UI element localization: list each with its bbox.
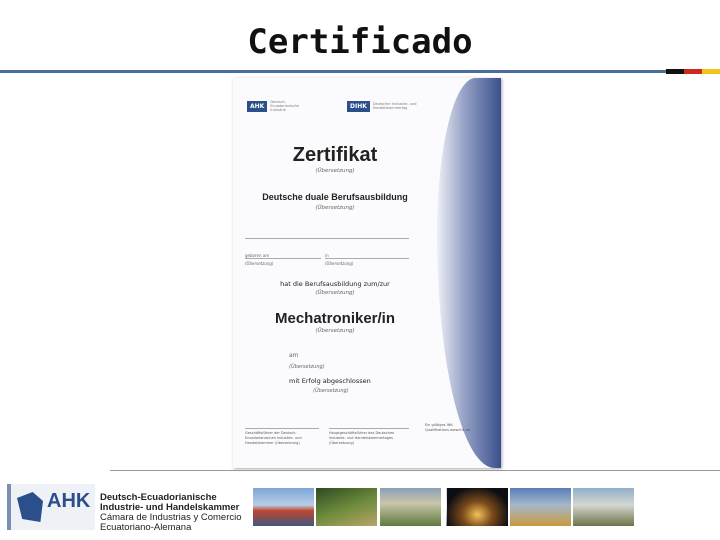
in-line	[325, 258, 409, 259]
title-rule	[0, 70, 666, 73]
certificate-ahk-box: AHK	[247, 100, 268, 112]
certificate-ahk-logo: AHK Deutsch-Ecuadorianische Industrie	[247, 98, 314, 114]
flag-red	[684, 69, 702, 74]
photo-brandenburg-gate	[447, 488, 508, 526]
born-label: geboren am	[245, 253, 270, 258]
flag-gold	[702, 69, 720, 74]
certificate-wave	[437, 78, 501, 468]
ecuador-map-icon	[17, 492, 43, 522]
photo-city	[510, 488, 571, 526]
in-label: in	[325, 253, 329, 258]
certificate-footer-left: Geschäftsführer der Deutsch-Ecuadorianis…	[245, 431, 302, 445]
certificate-completed-note: (Übersetzung)	[313, 388, 349, 394]
certificate-ahk-sub: Deutsch-Ecuadorianische Industrie	[270, 100, 300, 112]
certificate-footer-mid: Hauptgeschäftsführer des Deutschen Indus…	[329, 431, 395, 445]
in-note: (Übersetzung)	[325, 261, 354, 266]
certificate-title-note: (Übersetzung)	[315, 168, 355, 174]
sign-line-mid	[329, 428, 409, 429]
bottom-rule	[110, 470, 720, 471]
photo-buildings	[573, 488, 634, 526]
certificate-dihk-box: DIHK	[347, 100, 370, 112]
chamber-line4: Ecuatoriano-Alemana	[100, 522, 192, 533]
certificate-program: Deutsche duale Berufsausbildung	[262, 192, 408, 202]
certificate-dihk-sub: Deutscher Industrie- und Handelskammerta…	[372, 102, 417, 110]
certificate-profession: Mechatroniker/in	[274, 310, 396, 327]
certificate-statement-note: (Übersetzung)	[315, 290, 355, 296]
certificate-image: AHK Deutsch-Ecuadorianische Industrie DI…	[233, 78, 501, 468]
certificate-statement: hat die Berufsausbildung zum/zur	[280, 280, 390, 288]
slide-title: Certificado	[247, 22, 473, 62]
certificate-completed: mit Erfolg abgeschlossen	[289, 377, 371, 385]
photo-forest	[316, 488, 377, 526]
certificate-profession-note: (Übersetzung)	[315, 328, 355, 334]
sign-line-left	[245, 428, 319, 429]
flag-black	[666, 69, 684, 74]
chamber-name: Deutsch-Ecuadorianische Industrie- und H…	[100, 493, 242, 533]
photo-landscape	[380, 488, 441, 526]
born-note: (Übersetzung)	[245, 261, 274, 266]
certificate-dihk-logo: DIHK Deutscher Industrie- und Handelskam…	[347, 98, 417, 114]
on-note: (Übersetzung)	[289, 364, 325, 370]
certificate-program-note: (Übersetzung)	[315, 205, 355, 211]
born-line	[245, 258, 321, 259]
ahk-logo: AHK	[7, 484, 95, 530]
ahk-logo-text: AHK	[47, 490, 91, 512]
photo-port-cranes	[253, 488, 314, 526]
name-line	[245, 238, 409, 239]
on-label: am	[289, 352, 299, 359]
certificate-title: Zertifikat	[292, 144, 378, 166]
certificate-footer-right: Ein gültiges IHK-Qualifikations www.ihk.…	[425, 423, 471, 432]
